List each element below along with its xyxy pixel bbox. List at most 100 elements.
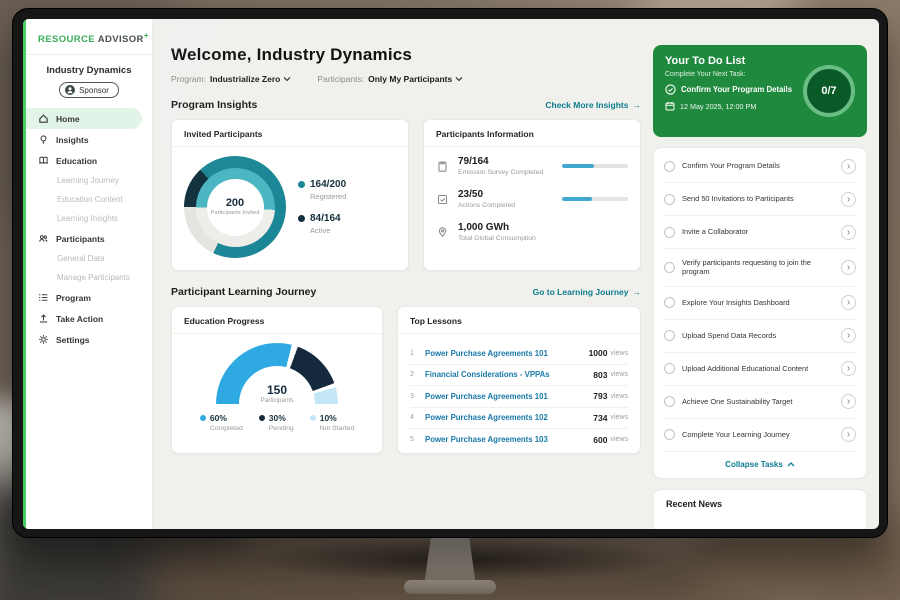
- location-pin-icon: [436, 226, 450, 239]
- participants-filter: Participants: Only My Participants: [317, 74, 463, 84]
- sidebar-item-label: Learning Journey: [57, 176, 119, 185]
- main-content: Welcome, Industry Dynamics Program: Indu…: [171, 19, 641, 454]
- lesson-title-link[interactable]: Power Purchase Agreements 103: [425, 435, 593, 444]
- task-checkbox[interactable]: [664, 161, 675, 172]
- logo-secondary: ADVISOR: [98, 34, 144, 45]
- sidebar-item-label: Home: [56, 114, 80, 124]
- legend-dot: [259, 415, 265, 421]
- sidebar-item-program[interactable]: Program: [26, 287, 152, 308]
- education-icon: [38, 155, 49, 166]
- task-checkbox[interactable]: [664, 363, 675, 374]
- sidebar-item-take-action[interactable]: Take Action: [26, 308, 152, 329]
- stat-row: 1,000 GWh Total Global Consumption: [436, 222, 628, 242]
- participants-information-card: Participants Information 79/164 Emission…: [423, 119, 641, 271]
- progress-bar: [562, 164, 628, 168]
- legend-label: Not Started: [320, 425, 354, 432]
- sidebar-item-insights[interactable]: Insights: [26, 129, 152, 150]
- top-lessons-card: Top Lessons 1 Power Purchase Agreements …: [397, 306, 641, 454]
- task-row[interactable]: Send 50 Invitations to Participants ›: [664, 183, 856, 216]
- chevron-right-icon[interactable]: ›: [841, 361, 856, 376]
- participants-filter-label: Participants:: [317, 74, 364, 84]
- sidebar-item-general-data[interactable]: General Data: [26, 249, 152, 268]
- legend-value: 164/200: [310, 179, 346, 190]
- org-name: Industry Dynamics: [26, 65, 152, 76]
- lesson-title-link[interactable]: Power Purchase Agreements 101: [425, 392, 593, 401]
- task-checkbox[interactable]: [664, 194, 675, 205]
- lesson-title-link[interactable]: Power Purchase Agreements 102: [425, 413, 593, 422]
- task-row[interactable]: Confirm Your Program Details ›: [664, 150, 856, 183]
- arrow-right-icon: →: [633, 100, 642, 110]
- sidebar-item-learning-insights[interactable]: Learning Insights: [26, 209, 152, 228]
- link-label: Go to Learning Journey: [533, 287, 629, 297]
- task-checkbox[interactable]: [664, 262, 675, 273]
- task-checkbox[interactable]: [664, 227, 675, 238]
- chevron-right-icon[interactable]: ›: [841, 260, 856, 275]
- home-icon: [38, 113, 49, 124]
- task-label: Complete Your Learning Journey: [682, 430, 834, 440]
- task-row[interactable]: Upload Additional Educational Content ›: [664, 353, 856, 386]
- lesson-title-link[interactable]: Power Purchase Agreements 101: [425, 349, 589, 358]
- task-checkbox[interactable]: [664, 330, 675, 341]
- dashboard-screen: RESOURCE ADVISOR+ Industry Dynamics Spon…: [23, 19, 879, 529]
- collapse-tasks-link[interactable]: Collapse Tasks: [664, 452, 856, 476]
- legend-dot: [298, 181, 305, 188]
- lesson-rank: 4: [410, 414, 421, 421]
- chevron-right-icon[interactable]: ›: [841, 225, 856, 240]
- check-more-insights-link[interactable]: Check More Insights →: [545, 100, 641, 110]
- sidebar-item-education-content[interactable]: Education Content: [26, 190, 152, 209]
- check-square-icon: [436, 193, 450, 206]
- sidebar-item-participants[interactable]: Participants: [26, 228, 152, 249]
- chevron-right-icon[interactable]: ›: [841, 295, 856, 310]
- task-row[interactable]: Explore Your Insights Dashboard ›: [664, 287, 856, 320]
- todo-progress-ring: 0/7: [803, 65, 855, 117]
- sidebar-item-education[interactable]: Education: [26, 150, 152, 171]
- chevron-right-icon[interactable]: ›: [841, 328, 856, 343]
- sidebar-item-settings[interactable]: Settings: [26, 329, 152, 350]
- task-row[interactable]: Upload Spend Data Records ›: [664, 320, 856, 353]
- sidebar-item-label: Program: [56, 293, 91, 303]
- task-row[interactable]: Complete Your Learning Journey ›: [664, 419, 856, 452]
- sponsor-badge[interactable]: Sponsor: [59, 82, 119, 98]
- list-icon: [38, 292, 49, 303]
- lesson-title-link[interactable]: Financial Considerations - VPPAs: [425, 370, 593, 379]
- chevron-right-icon[interactable]: ›: [841, 159, 856, 174]
- filter-bar: Program: Industrialize Zero Participants…: [171, 74, 641, 84]
- chevron-right-icon[interactable]: ›: [841, 394, 856, 409]
- next-task-label: Confirm Your Program Details: [681, 85, 792, 94]
- logo-primary: RESOURCE: [38, 34, 95, 45]
- stat-label: Actions Completed: [458, 202, 554, 209]
- task-checkbox[interactable]: [664, 396, 675, 407]
- task-checkbox[interactable]: [664, 297, 675, 308]
- participants-filter-dropdown[interactable]: Only My Participants: [368, 74, 463, 84]
- card-title: Participants Information: [436, 129, 628, 139]
- divider: [172, 333, 382, 334]
- lesson-views-unit: views: [610, 350, 628, 357]
- task-label: Explore Your Insights Dashboard: [682, 298, 834, 308]
- task-row[interactable]: Verify participants requesting to join t…: [664, 249, 856, 287]
- task-row[interactable]: Achieve One Sustainability Target ›: [664, 386, 856, 419]
- sidebar-item-label: Education Content: [57, 195, 123, 204]
- task-row[interactable]: Invite a Collaborator ›: [664, 216, 856, 249]
- sponsor-badge-label: Sponsor: [79, 86, 109, 95]
- chevron-up-icon: [787, 462, 795, 467]
- invited-participants-card: Invited Participants 200 Participants In…: [171, 119, 409, 271]
- legend-dot: [200, 415, 206, 421]
- section-title: Participant Learning Journey: [171, 286, 316, 298]
- chevron-right-icon[interactable]: ›: [841, 192, 856, 207]
- monitor-bezel: RESOURCE ADVISOR+ Industry Dynamics Spon…: [12, 8, 888, 538]
- sidebar-item-home[interactable]: Home: [26, 108, 142, 129]
- collapse-label: Collapse Tasks: [725, 460, 783, 469]
- sidebar-item-label: Manage Participants: [57, 273, 130, 282]
- lesson-row: 3 Power Purchase Agreements 101 793 view…: [410, 386, 628, 408]
- task-label: Confirm Your Program Details: [682, 161, 834, 171]
- task-checkbox[interactable]: [664, 429, 675, 440]
- go-to-learning-journey-link[interactable]: Go to Learning Journey →: [533, 287, 641, 297]
- sidebar-item-manage-participants[interactable]: Manage Participants: [26, 268, 152, 287]
- recent-news-card: Recent News: [653, 489, 867, 529]
- recent-news-title: Recent News: [666, 499, 854, 509]
- program-filter-dropdown[interactable]: Industrialize Zero: [210, 74, 291, 84]
- chevron-right-icon[interactable]: ›: [841, 427, 856, 442]
- program-insights-header: Program Insights Check More Insights →: [171, 99, 641, 111]
- clipboard-icon: [436, 160, 450, 173]
- sidebar-item-learning-journey[interactable]: Learning Journey: [26, 171, 152, 190]
